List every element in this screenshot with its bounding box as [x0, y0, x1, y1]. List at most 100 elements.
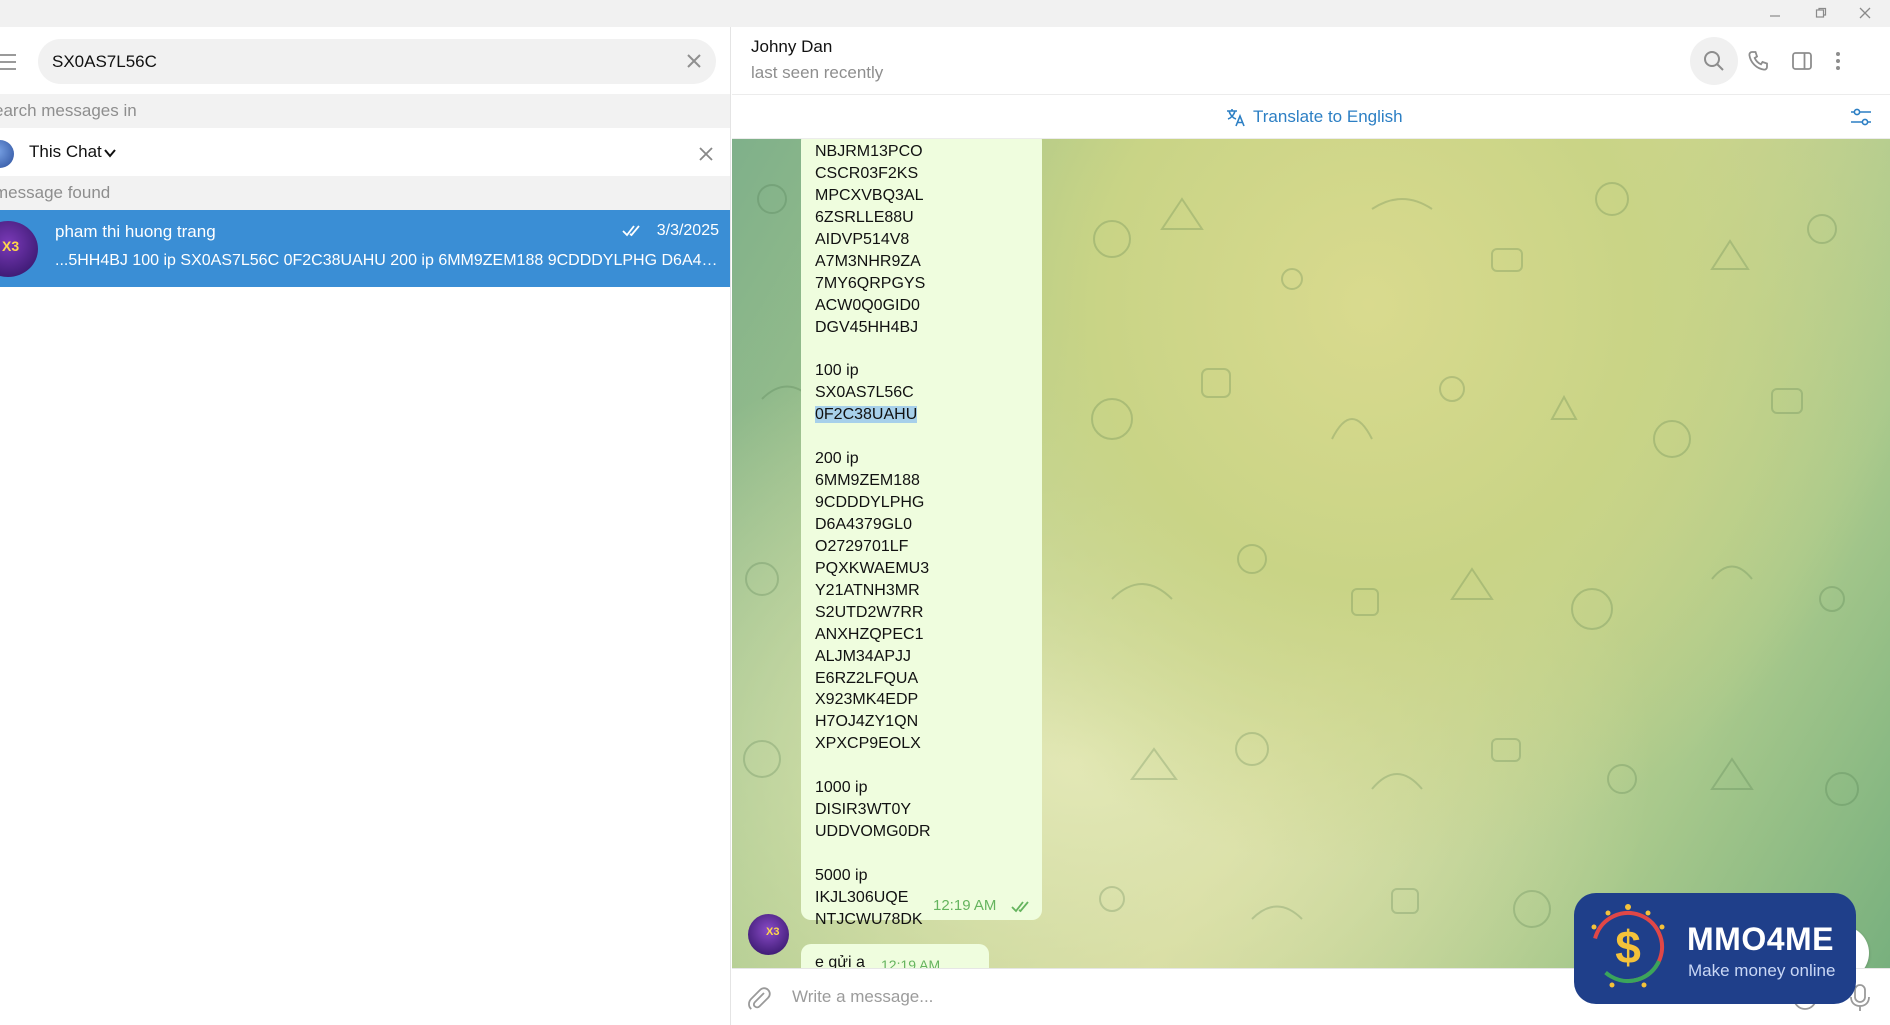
- search-icon[interactable]: [1690, 37, 1738, 85]
- translate-settings-icon[interactable]: [1849, 106, 1873, 128]
- peer-status: last seen recently: [751, 63, 884, 82]
- translate-icon: [1227, 109, 1245, 127]
- result-snippet: ...5HH4BJ 100 ip SX0AS7L56C 0F2C38UAHU 2…: [55, 252, 721, 269]
- restore-icon[interactable]: [1808, 2, 1834, 24]
- message-line-text: NTJCWU78DK: [815, 910, 923, 928]
- message-line: 100 ip: [815, 360, 1035, 382]
- search-input[interactable]: [52, 39, 652, 84]
- message-line: [815, 755, 1035, 777]
- message-line-text: D6A4379GL0: [815, 515, 912, 533]
- results-count-label: message found: [0, 176, 730, 210]
- message-text: e gửi a: [815, 954, 865, 968]
- message-line: ACW0Q0GID0: [815, 295, 1035, 317]
- filter-label[interactable]: This Chat: [29, 142, 102, 162]
- message-line-text: 5000 ip: [815, 866, 868, 884]
- message-line: NTJCWU78DK: [815, 909, 1035, 931]
- watermark-subtitle: Make money online: [1688, 961, 1836, 980]
- close-icon[interactable]: [1852, 2, 1878, 24]
- message-line-text: A7M3NHR9ZA: [815, 252, 921, 270]
- message-line: 6ZSRLLE88U: [815, 207, 1035, 229]
- more-vertical-icon[interactable]: [1814, 37, 1862, 85]
- message-line: E6RZ2LFQUA: [815, 668, 1035, 690]
- message-line: SX0AS7L56C: [815, 382, 1035, 404]
- message-line: Y21ATNH3MR: [815, 580, 1035, 602]
- message-line-text: ACW0Q0GID0: [815, 296, 920, 314]
- chat-filter[interactable]: This Chat: [0, 128, 730, 176]
- message-line: UDDVOMG0DR: [815, 821, 1035, 843]
- message-line-text: Y21ATNH3MR: [815, 581, 920, 599]
- message-line: A7M3NHR9ZA: [815, 251, 1035, 273]
- clear-search-icon[interactable]: [684, 51, 704, 71]
- message-time: 12:19 AM: [881, 957, 941, 968]
- message-line: XPXCP9EOLX: [815, 733, 1035, 755]
- result-date: 3/3/2025: [656, 222, 719, 239]
- message-line: D6A4379GL0: [815, 514, 1035, 536]
- message-bubble[interactable]: e gửi a 12:19 AM: [801, 944, 989, 968]
- message-line: 200 ip: [815, 448, 1035, 470]
- message-line: H7OJ4ZY1QN: [815, 711, 1035, 733]
- watermark-title: MMO4ME: [1687, 921, 1834, 957]
- close-filter-icon[interactable]: [695, 143, 717, 165]
- message-line: 5000 ip: [815, 865, 1035, 887]
- minimize-icon[interactable]: [1762, 2, 1788, 24]
- left-panel: earch messages in This Chat message foun…: [0, 27, 731, 1025]
- filter-chat-avatar: [0, 140, 14, 168]
- chat-panel: Johny Dan last seen recently Translate t…: [732, 27, 1890, 1025]
- phone-icon[interactable]: [1734, 37, 1782, 85]
- message-line-text: XPXCP9EOLX: [815, 735, 921, 753]
- message-line: PQXKWAEMU3: [815, 558, 1035, 580]
- message-input[interactable]: [792, 983, 1692, 1011]
- search-result-item[interactable]: X3 pham thi huong trang 3/3/2025 ...5HH4…: [0, 210, 730, 287]
- message-line-text: NBJRM13PCO: [815, 143, 923, 160]
- message-line: AIDVP514V8: [815, 229, 1035, 251]
- dollar-logo-icon: $: [1591, 904, 1665, 988]
- peer-name[interactable]: Johny Dan: [751, 37, 832, 57]
- message-line-text: 9CDDDYLPHG: [815, 494, 925, 511]
- menu-icon[interactable]: [0, 53, 16, 71]
- svg-text:$: $: [1615, 921, 1641, 973]
- avatar: X3: [0, 221, 38, 277]
- message-line-text: 200 ip: [815, 450, 859, 468]
- message-line: 7MY6QRPGYS: [815, 273, 1035, 295]
- message-line: 0F2C38UAHU: [815, 404, 1035, 426]
- message-line-text: S2UTD2W7RR: [815, 603, 924, 621]
- message-list[interactable]: NBJRM13PCO CSCR03F2KS MPCXVBQ3AL 6ZSRLLE88U…: [732, 139, 1890, 968]
- message-line: S2UTD2W7RR: [815, 602, 1035, 624]
- double-check-icon: [622, 224, 644, 238]
- message-line: IKJL306UQE: [815, 887, 1035, 909]
- message-line-text: E6RZ2LFQUA: [815, 669, 919, 687]
- message-line-text: CSCR03F2KS: [815, 164, 919, 182]
- message-line: ALJM34APJJ: [815, 646, 1035, 668]
- message-line-text: IKJL306UQE: [815, 888, 909, 906]
- message-line: X923MK4EDP: [815, 689, 1035, 711]
- message-line-text: DISIR3WT0Y: [815, 801, 912, 819]
- message-line: [815, 338, 1035, 360]
- message-bubble[interactable]: NBJRM13PCO CSCR03F2KS MPCXVBQ3AL 6ZSRLLE88U…: [801, 139, 1042, 928]
- message-line: DISIR3WT0Y: [815, 799, 1035, 821]
- watermark-logo: $ MMO4ME Make money online: [1574, 893, 1856, 1004]
- attach-icon[interactable]: [746, 985, 772, 1011]
- double-check-icon: [1011, 900, 1033, 914]
- message-line-text: ALJM34APJJ: [815, 647, 912, 665]
- message-line-text: PQXKWAEMU3: [815, 559, 930, 577]
- message-line-text: SX0AS7L56C: [815, 384, 914, 402]
- message-line-text: 1000 ip: [815, 779, 868, 797]
- message-line: [815, 426, 1035, 448]
- message-line-text: O2729701LF: [815, 537, 909, 555]
- message-line: O2729701LF: [815, 536, 1035, 558]
- message-line-text: H7OJ4ZY1QN: [815, 713, 919, 731]
- message-line-text: AIDVP514V8: [815, 230, 910, 248]
- chat-header: Johny Dan last seen recently: [732, 27, 1890, 95]
- message-line-text: 0F2C38UAHU: [815, 406, 918, 424]
- message-line-text: X923MK4EDP: [815, 691, 919, 709]
- message-line-text: 6ZSRLLE88U: [815, 208, 914, 226]
- chevron-down-icon[interactable]: [103, 146, 117, 160]
- avatar[interactable]: X3: [748, 914, 789, 955]
- message-line: NBJRM13PCO: [815, 141, 1035, 163]
- message-line-text: 6MM9ZEM188: [815, 472, 920, 490]
- translate-button[interactable]: Translate to English: [1225, 106, 1403, 128]
- message-line: DGV45HH4BJ: [815, 317, 1035, 339]
- message-line: [815, 843, 1035, 865]
- message-text: NBJRM13PCO CSCR03F2KS MPCXVBQ3AL 6ZSRLLE88U…: [815, 141, 1035, 931]
- translate-label[interactable]: Translate to English: [1253, 107, 1403, 127]
